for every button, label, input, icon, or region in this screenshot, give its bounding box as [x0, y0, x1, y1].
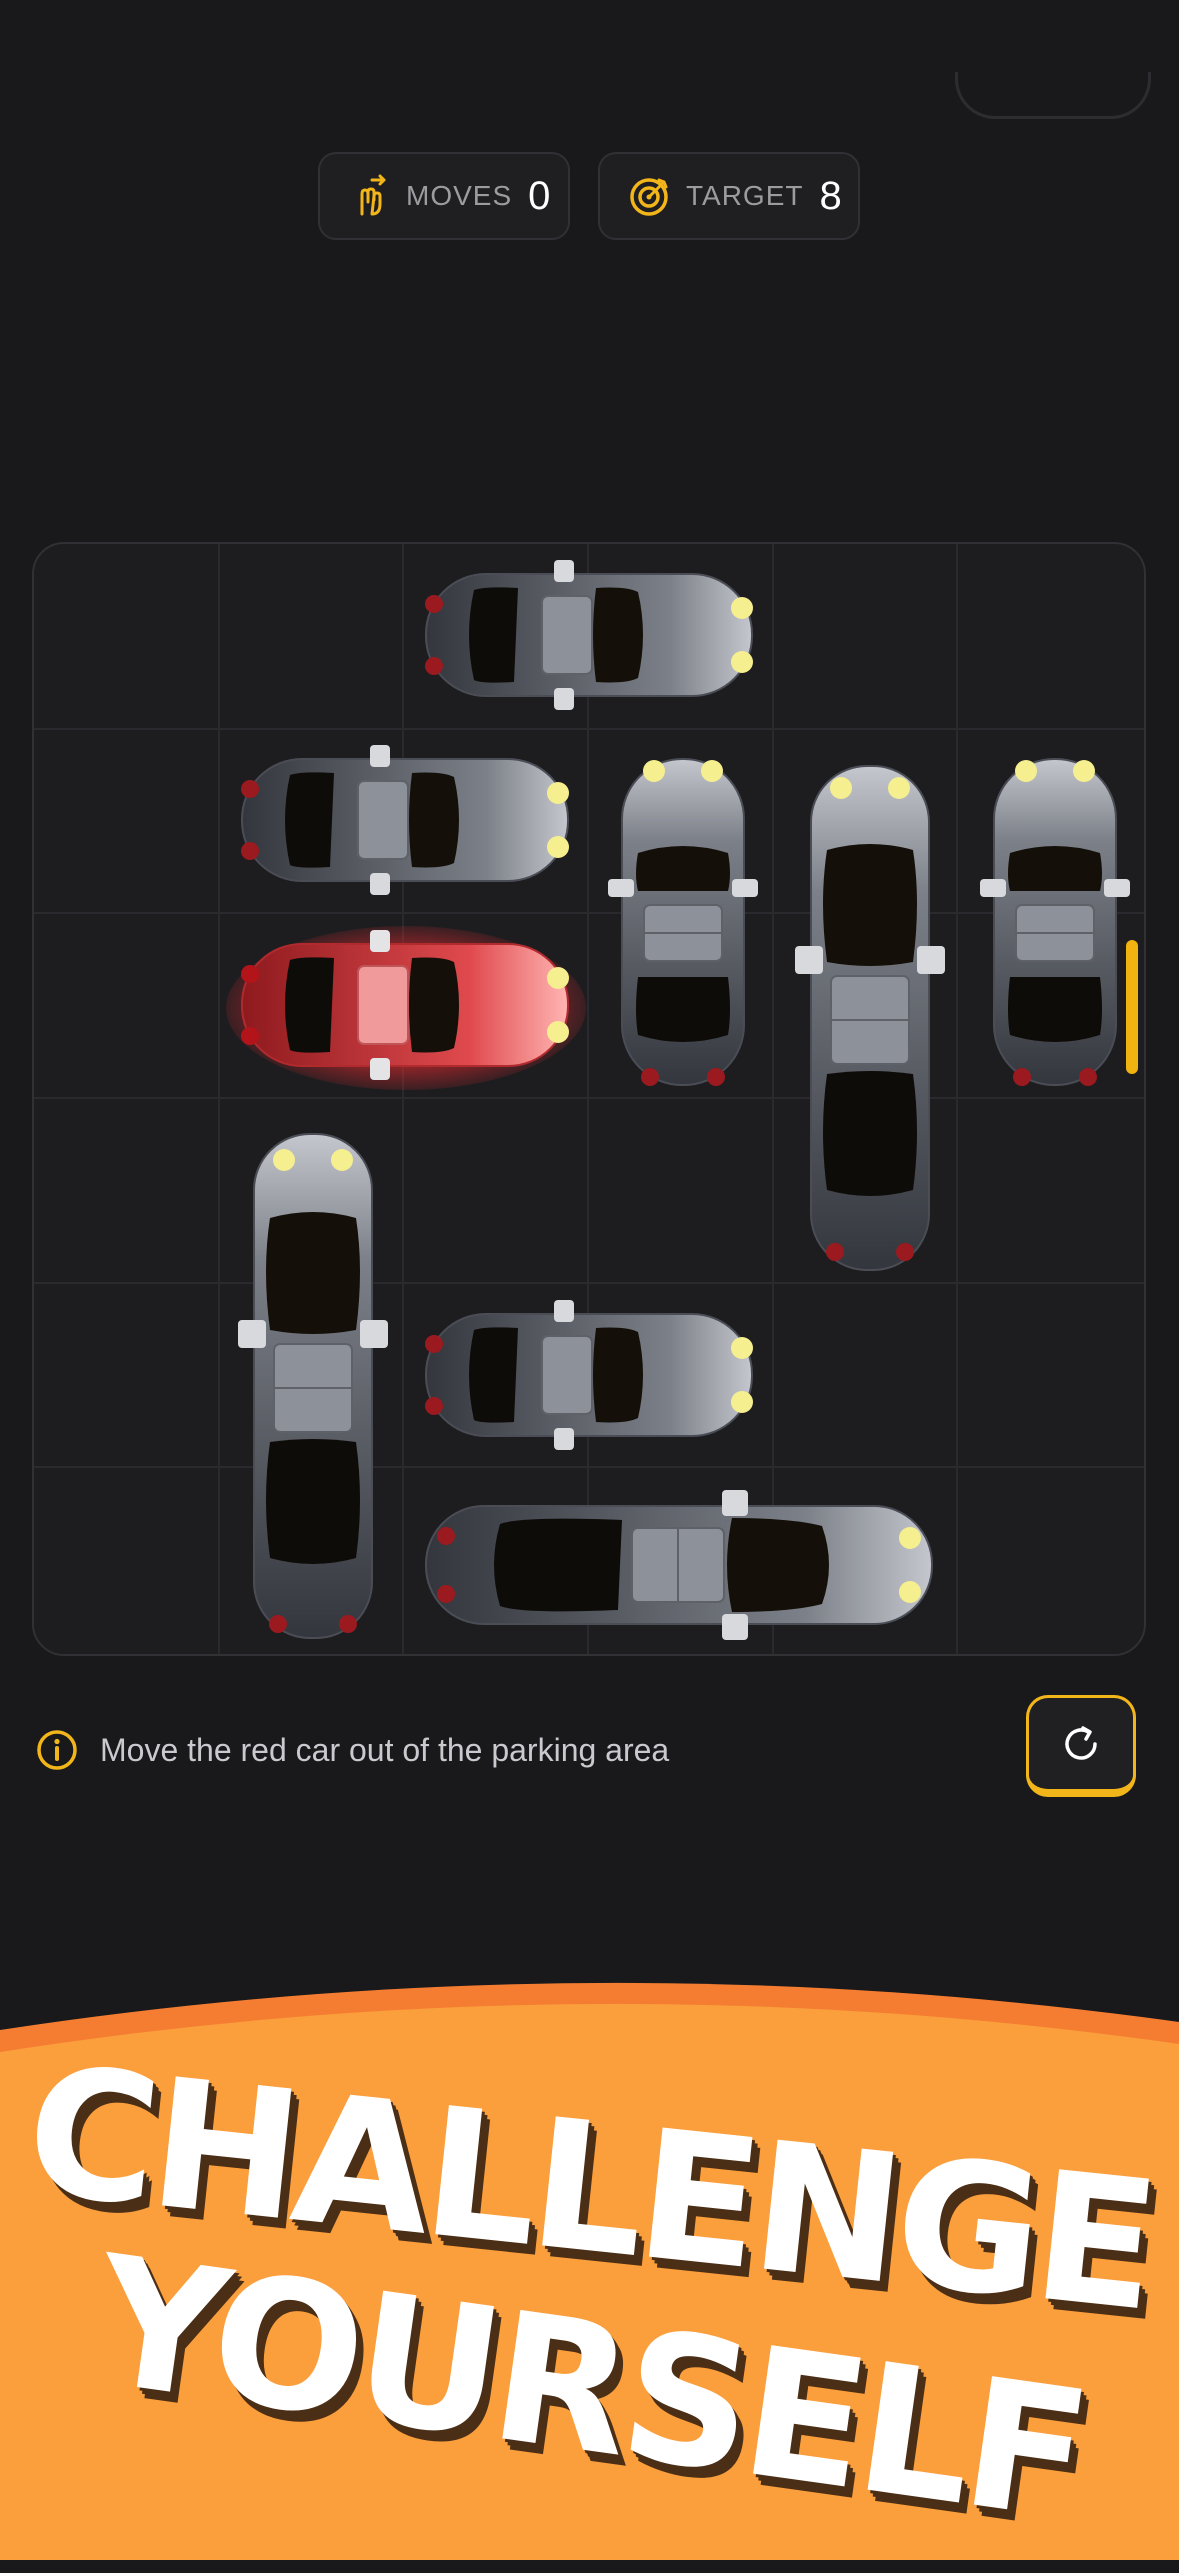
grid-line	[34, 1466, 1144, 1468]
hint-text: Move the red car out of the parking area	[100, 1731, 670, 1768]
car-h-row5-graphic	[425, 1300, 753, 1450]
target-label: TARGET	[686, 180, 804, 211]
moves-counter: MOVES 0	[318, 152, 570, 240]
target-value: 8	[819, 173, 842, 218]
top-pill-decoration	[955, 72, 1151, 119]
red-car-graphic	[226, 926, 586, 1090]
car-v-col5-long-graphic	[795, 765, 945, 1271]
reset-button[interactable]	[1026, 1695, 1136, 1797]
grid-line	[587, 544, 589, 1654]
grid-line	[218, 544, 220, 1654]
grid-line	[956, 544, 958, 1654]
car-v-col2[interactable]	[238, 1130, 388, 1642]
grid-line	[402, 544, 404, 1654]
car-h-top[interactable]	[422, 560, 758, 710]
car-v-col5-long[interactable]	[795, 762, 945, 1274]
grid-line	[34, 728, 1144, 730]
car-v-col4-graphic	[608, 758, 758, 1086]
moves-label: MOVES	[406, 180, 513, 211]
car-h-row5[interactable]	[422, 1300, 758, 1450]
car-h-row2[interactable]	[238, 745, 574, 895]
car-v-col2-graphic	[238, 1133, 388, 1639]
info-icon	[37, 1730, 77, 1770]
car-v-col6-graphic	[980, 758, 1130, 1086]
target-icon	[630, 178, 668, 216]
car-h-row6-long[interactable]	[422, 1490, 938, 1640]
moves-value: 0	[528, 173, 551, 218]
grid-line	[34, 1282, 1144, 1284]
red-car[interactable]	[226, 926, 586, 1090]
grid-line	[772, 544, 774, 1654]
car-h-top-graphic	[425, 560, 753, 710]
refresh-icon	[1065, 1725, 1097, 1760]
target-counter: TARGET 8	[598, 152, 860, 240]
car-h-row2-graphic	[241, 745, 569, 895]
car-h-row6-long-graphic	[425, 1490, 933, 1640]
swipe-hand-icon	[360, 174, 386, 216]
grid-line	[34, 1097, 1144, 1099]
hint-row: Move the red car out of the parking area	[36, 1728, 669, 1772]
car-v-col4[interactable]	[608, 755, 758, 1090]
grid-line	[34, 912, 1144, 914]
car-v-col6[interactable]	[980, 755, 1130, 1090]
